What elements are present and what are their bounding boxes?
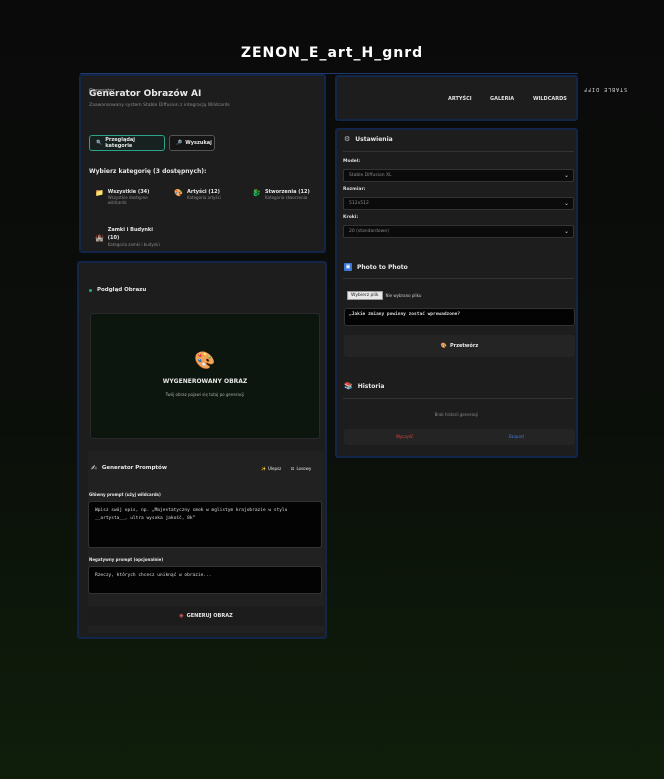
prompt-generator-header: ✍ Generator Promptów <box>91 464 167 472</box>
category-item-creatures[interactable]: 🐉 Stworzenia (12) Kategoria stworzenia <box>252 189 322 200</box>
search-icon: 🔎 <box>176 140 183 146</box>
category-item-all[interactable]: 📁 Wszystkie (34) Wszystkie dostępne wild… <box>95 189 161 205</box>
model-label: Model: <box>343 159 361 164</box>
dragon-icon: 🐉 <box>252 189 261 197</box>
settings-title: Ustawienia <box>355 135 393 143</box>
generate-image-button[interactable]: ◉ GENERUJ OBRAZ <box>88 606 324 626</box>
preview-panel: Podgląd Obrazu 🎨 WYGENEROWANY OBRAZ Twój… <box>77 261 327 639</box>
folder-icon: 📁 <box>95 189 104 197</box>
divider <box>343 151 574 152</box>
writing-hand-icon: ✍ <box>91 464 97 472</box>
history-header: 📚 Historia <box>344 382 384 390</box>
improve-button[interactable]: ✨ Ulepsz <box>261 466 281 471</box>
palette-icon: 🎨 <box>440 343 447 349</box>
browse-categories-button[interactable]: 🔍 Przeglądaj kategorie <box>89 135 165 151</box>
export-history-button[interactable]: Eksport <box>509 434 524 439</box>
chevron-down-icon: ⌄ <box>563 200 569 207</box>
nav-panel: ARTYŚCI GALERIA WILDCARDS <box>335 75 578 121</box>
search-icon: 🔍 <box>96 140 103 146</box>
category-name: Zamki i Budynki (10) <box>107 227 153 241</box>
generate-image-label: GENERUJ OBRAZ <box>186 613 233 619</box>
improve-label: Ulepsz <box>267 466 282 471</box>
main-prompt-label: Główny prompt (użyj wildcards) <box>89 492 161 497</box>
choose-category-title: Wybierz kategorię (3 dostępnych): <box>89 168 207 175</box>
generator-subtitle: Zaawansowany system Stable Diffusion z i… <box>89 103 230 108</box>
random-label: Losowy <box>296 466 312 471</box>
photo-prompt-input[interactable]: „Jakie zmiany powinny zostać wprowadzone… <box>344 308 575 326</box>
category-item-artists[interactable]: 🎨 Artyści (12) Kategoria artyści <box>174 189 244 200</box>
category-desc: Wszystkie dostępne wildcards <box>107 195 148 205</box>
process-label: Przetwórz <box>449 343 479 349</box>
dice-icon: ⚀ <box>291 466 295 471</box>
divider <box>343 278 574 279</box>
books-icon: 📚 <box>344 382 353 390</box>
preview-header: Podgląd Obrazu <box>89 287 146 293</box>
negative-prompt-input[interactable]: Rzeczy, których chcesz uniknąć w obrazie… <box>88 566 322 594</box>
history-actions: Wyczyść Eksport <box>344 429 575 445</box>
settings-header: ⚙ Ustawienia <box>344 135 393 143</box>
preview-canvas: 🎨 WYGENEROWANY OBRAZ Twój obraz pojawi s… <box>90 313 320 439</box>
choose-file-button[interactable]: Wybierz plik <box>347 291 383 300</box>
prompt-generator-title: Generator Promptów <box>101 465 167 471</box>
size-select[interactable]: 512x512 ⌄ <box>343 197 574 210</box>
castle-icon: 🏰 <box>95 234 104 242</box>
photo-header: ▣ Photo to Photo <box>344 263 408 271</box>
history-empty-text: Brak historii generacji <box>434 412 479 417</box>
target-icon: ◉ <box>179 613 184 619</box>
size-value: 512x512 <box>349 201 369 206</box>
stable-diff-label: STABLE DIFF <box>583 86 628 92</box>
chevron-down-icon: ⌄ <box>563 228 569 235</box>
divider <box>343 398 574 399</box>
search-button[interactable]: 🔎 Wyszukaj <box>169 135 215 151</box>
random-button[interactable]: ⚀ Losowy <box>291 466 311 471</box>
search-label: Wyszukaj <box>185 140 212 146</box>
steps-select[interactable]: 20 (standardowe) ⌄ <box>343 225 574 238</box>
photo-title: Photo to Photo <box>357 263 408 271</box>
gear-icon: ⚙ <box>344 135 351 143</box>
file-status: Nie wybrano pliku <box>385 293 422 298</box>
category-desc: Kategoria artyści <box>187 195 221 200</box>
palette-icon: 🎨 <box>174 189 183 197</box>
generator-panel: Generator Obrazów AI Generator Zaawansow… <box>79 74 326 253</box>
file-picker: Wybierz plik Nie wybrano pliku <box>347 291 421 300</box>
dot-icon <box>89 288 92 292</box>
steps-label: Kroki: <box>343 215 359 220</box>
negative-prompt-label: Negatywny prompt (opcjonalnie) <box>89 557 164 562</box>
sparkles-icon: ✨ <box>261 466 266 471</box>
history-title: Historia <box>357 382 385 390</box>
nav-artists-link[interactable]: ARTYŚCI <box>448 96 472 102</box>
site-title: ZENON_E_art_H_gnrd <box>240 45 424 61</box>
preview-placeholder-sub: Twój obraz pojawi się tutaj po generacji <box>165 392 245 397</box>
category-desc: Kategoria zamki i budynki <box>107 242 160 247</box>
category-item-castles[interactable]: 🏰 Zamki i Budynki (10) Kategoria zamki i… <box>95 226 161 247</box>
main-prompt-input[interactable]: Wpisz swój opis, np. „Majestatyczny smok… <box>88 501 322 548</box>
photo-icon: ▣ <box>344 263 352 271</box>
clear-history-button[interactable]: Wyczyść <box>396 434 413 439</box>
steps-value: 20 (standardowe) <box>349 229 389 234</box>
palette-icon: 🎨 <box>194 351 216 371</box>
preview-title: Podgląd Obrazu <box>97 287 147 293</box>
settings-panel: ⚙ Ustawienia Model: Stable Diffusion XL … <box>335 128 578 458</box>
nav-wildcards-link[interactable]: WILDCARDS <box>533 96 567 102</box>
model-value: Stable Diffusion XL <box>349 173 392 178</box>
size-label: Rozmiar: <box>343 187 366 192</box>
browse-categories-label: Przeglądaj kategorie <box>105 137 135 149</box>
process-button[interactable]: 🎨 Przetwórz <box>344 335 575 357</box>
nav-gallery-link[interactable]: GALERIA <box>490 96 514 102</box>
preview-placeholder-title: WYGENEROWANY OBRAZ <box>162 378 248 385</box>
chevron-down-icon: ⌄ <box>563 172 569 179</box>
model-select[interactable]: Stable Diffusion XL ⌄ <box>343 169 574 182</box>
generator-overlay-label: Generator <box>89 88 115 94</box>
category-desc: Kategoria stworzenia <box>265 195 308 200</box>
